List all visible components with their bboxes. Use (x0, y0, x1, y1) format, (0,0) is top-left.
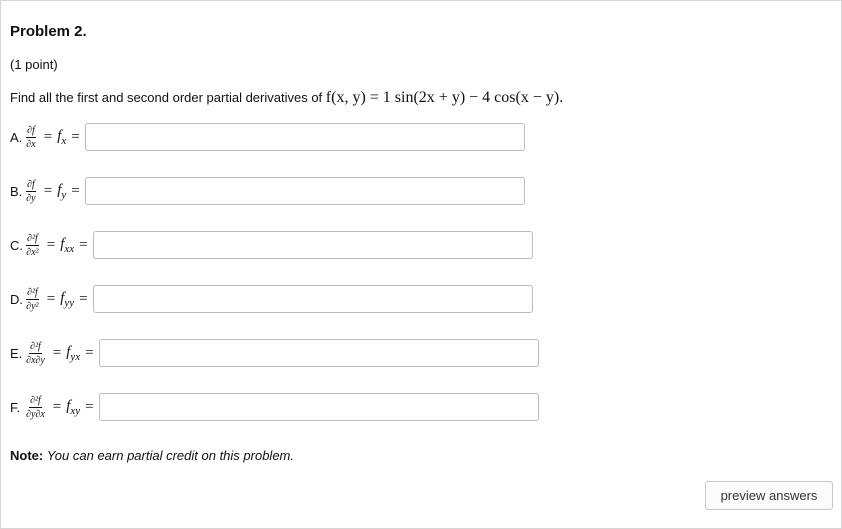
partial-credit-note: Note: You can earn partial credit on thi… (10, 448, 294, 463)
derivative-notation: fx (57, 127, 67, 147)
equals-sign: = (79, 290, 88, 307)
derivative-notation: fxx (60, 235, 75, 255)
equals-sign: = (52, 398, 62, 415)
equals-sign: = (79, 236, 88, 253)
fraction-denominator: ∂y (26, 192, 36, 204)
note-text: You can earn partial credit on this prob… (46, 448, 294, 463)
fraction-numerator: ∂²f (29, 394, 42, 408)
equals-sign: = (46, 236, 56, 253)
answer-input-c[interactable] (92, 231, 533, 259)
fraction-denominator: ∂x² (26, 246, 39, 258)
part-d-row: D. ∂²f ∂y² = fyy = (10, 284, 533, 314)
fraction-numerator: ∂²f (29, 340, 42, 354)
preview-answers-button[interactable]: preview answers (705, 481, 833, 510)
note-label: Note: (10, 448, 44, 463)
part-letter: C. (10, 237, 23, 253)
fraction-numerator: ∂²f (26, 232, 39, 246)
fraction-numerator: ∂f (26, 178, 36, 192)
part-letter: A. (10, 129, 23, 145)
part-c-row: C. ∂²f ∂x² = fxx = (10, 230, 533, 260)
part-e-row: E. ∂²f ∂x∂y = fyx = (10, 338, 539, 368)
problem-panel: Problem 2. (1 point) Find all the first … (0, 0, 842, 529)
answer-input-e[interactable] (98, 339, 539, 367)
fraction-numerator: ∂²f (26, 286, 39, 300)
answer-input-f[interactable] (98, 393, 539, 421)
answer-input-a[interactable] (84, 123, 525, 151)
equals-sign: = (71, 128, 80, 145)
answer-input-b[interactable] (84, 177, 525, 205)
problem-points: (1 point) (10, 57, 58, 72)
fraction-denominator: ∂y² (26, 300, 39, 312)
part-letter: F. (10, 399, 21, 415)
derivative-notation: fyy (60, 289, 75, 309)
fraction-denominator: ∂x∂y (26, 354, 45, 366)
derivative-notation: fy (57, 181, 67, 201)
question-text: Find all the first and second order part… (10, 90, 323, 105)
equals-sign: = (43, 128, 53, 145)
partial-fraction: ∂f ∂y (26, 179, 36, 204)
partial-fraction: ∂f ∂x (26, 125, 36, 150)
answer-input-d[interactable] (92, 285, 533, 313)
equals-sign: = (85, 398, 94, 415)
equals-sign: = (85, 344, 94, 361)
problem-title: Problem 2. (10, 23, 87, 40)
equals-sign: = (43, 182, 53, 199)
part-letter: E. (10, 345, 23, 361)
problem-question: Find all the first and second order part… (10, 89, 563, 107)
equals-sign: = (52, 344, 62, 361)
part-a-row: A. ∂f ∂x = fx = (10, 122, 525, 152)
fraction-denominator: ∂x (26, 138, 36, 150)
function-expression: f(x, y) = 1 sin(2x + y) − 4 cos(x − y). (325, 89, 564, 106)
derivative-notation: fxy (66, 397, 81, 417)
equals-sign: = (71, 182, 80, 199)
partial-fraction: ∂²f ∂x∂y (26, 341, 45, 366)
partial-fraction: ∂²f ∂x² (26, 233, 39, 258)
partial-fraction: ∂²f ∂y² (26, 287, 39, 312)
fraction-denominator: ∂y∂x (26, 408, 45, 420)
part-letter: B. (10, 183, 23, 199)
derivative-notation: fyx (66, 343, 81, 363)
part-b-row: B. ∂f ∂y = fy = (10, 176, 525, 206)
partial-fraction: ∂²f ∂y∂x (26, 395, 45, 420)
part-letter: D. (10, 291, 23, 307)
equals-sign: = (46, 290, 56, 307)
fraction-numerator: ∂f (26, 124, 36, 138)
part-f-row: F. ∂²f ∂y∂x = fxy = (10, 392, 539, 422)
